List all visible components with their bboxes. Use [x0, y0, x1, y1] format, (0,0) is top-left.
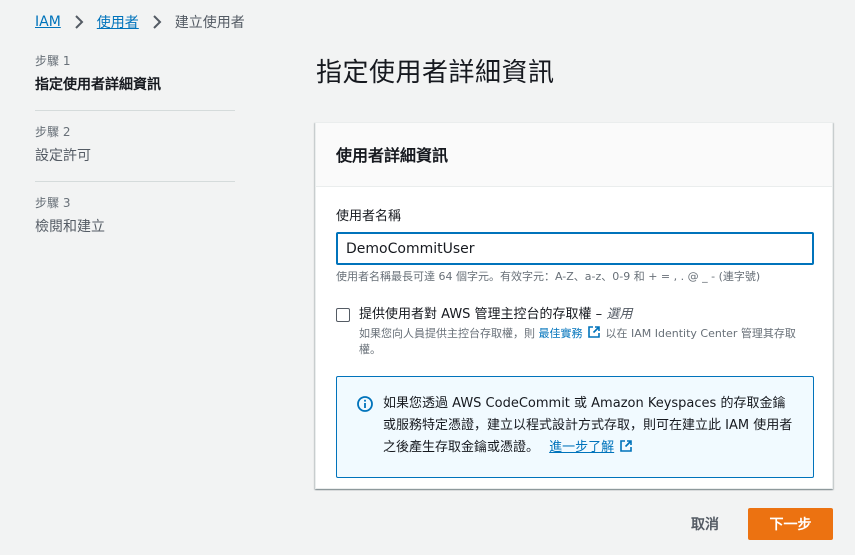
desc-text-before: 如果您向人員提供主控台存取權，則 [359, 327, 535, 340]
console-access-option: 提供使用者對 AWS 管理主控台的存取權 – 選用 如果您向人員提供主控台存取權… [336, 306, 812, 358]
external-link-icon[interactable] [588, 326, 600, 338]
step-2: 步驟 2 設定許可 [35, 123, 235, 182]
step-title: 檢閱和建立 [35, 219, 105, 235]
console-access-checkbox[interactable] [336, 308, 350, 322]
step-title: 指定使用者詳細資訊 [35, 77, 161, 93]
step-title: 設定許可 [35, 148, 91, 164]
page-title: 指定使用者詳細資訊 [316, 58, 555, 88]
step-3: 步驟 3 檢閱和建立 [35, 194, 235, 252]
step-number: 步驟 3 [35, 196, 71, 210]
external-link-icon[interactable] [620, 438, 633, 452]
card-body: 使用者名稱 使用者名稱最長可達 64 個字元。有效字元：A-Z、a-z、0-9 … [316, 187, 832, 478]
breadcrumb: IAM 使用者 建立使用者 [35, 12, 245, 32]
breadcrumb-current: 建立使用者 [174, 15, 245, 31]
step-number: 步驟 1 [35, 54, 71, 68]
console-access-label-text: 提供使用者對 AWS 管理主控台的存取權 – [359, 307, 603, 322]
card-header: 使用者詳細資訊 [316, 123, 832, 187]
card-title: 使用者詳細資訊 [336, 146, 449, 165]
learn-more-link[interactable]: 進一步了解 [549, 440, 614, 455]
cancel-button[interactable]: 取消 [673, 508, 737, 540]
username-hint: 使用者名稱最長可達 64 個字元。有效字元：A-Z、a-z、0-9 和 + = … [336, 270, 761, 283]
console-access-label: 提供使用者對 AWS 管理主控台的存取權 – 選用 [359, 306, 814, 324]
username-label: 使用者名稱 [336, 209, 402, 224]
next-button[interactable]: 下一步 [748, 508, 833, 540]
chevron-right-icon [69, 12, 89, 32]
breadcrumb-users-link[interactable]: 使用者 [97, 12, 139, 32]
info-icon [357, 396, 373, 412]
username-input[interactable] [336, 232, 814, 265]
info-alert: 如果您透過 AWS CodeCommit 或 Amazon Keyspaces … [336, 376, 814, 478]
user-details-card: 使用者詳細資訊 使用者名稱 使用者名稱最長可達 64 個字元。有效字元：A-Z、… [315, 122, 833, 489]
chevron-right-icon [147, 12, 167, 32]
console-access-description: 如果您向人員提供主控台存取權，則 最佳實務 以在 IAM Identity Ce… [359, 326, 814, 358]
breadcrumb-iam-link[interactable]: IAM [35, 14, 61, 30]
optional-tag: 選用 [606, 307, 633, 322]
step-1: 步驟 1 指定使用者詳細資訊 [35, 52, 235, 111]
best-practices-link[interactable]: 最佳實務 [539, 327, 583, 340]
step-number: 步驟 2 [35, 125, 71, 139]
wizard-steps: 步驟 1 指定使用者詳細資訊 步驟 2 設定許可 步驟 3 檢閱和建立 [35, 52, 235, 264]
info-text-block: 如果您透過 AWS CodeCommit 或 Amazon Keyspaces … [383, 393, 793, 461]
